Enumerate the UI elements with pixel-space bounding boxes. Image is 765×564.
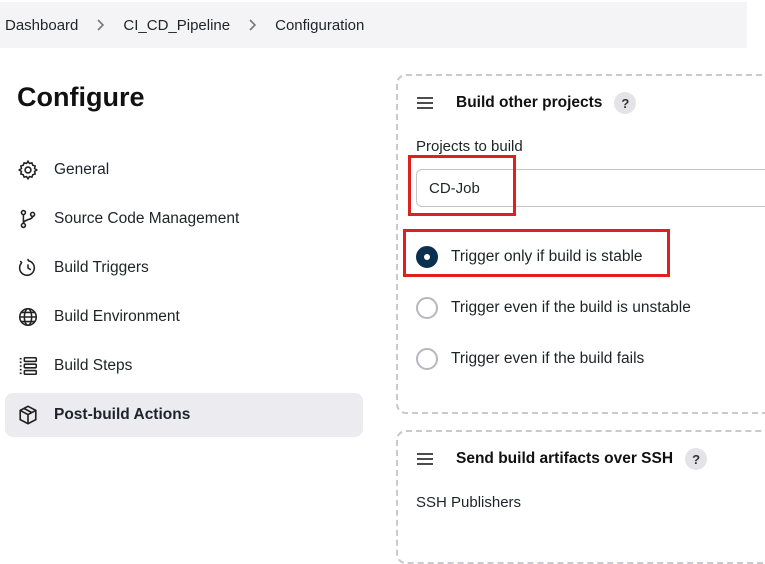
branch-icon	[17, 208, 39, 230]
radio-button[interactable]	[416, 297, 438, 319]
sidebar-item-post-build-actions[interactable]: Post-build Actions	[5, 393, 363, 437]
radio-button[interactable]	[416, 348, 438, 370]
sidebar-item-label: Build Environment	[54, 308, 180, 325]
sidebar-item-build-triggers[interactable]: Build Triggers	[5, 246, 363, 290]
sidebar-item-build-environment[interactable]: Build Environment	[5, 295, 363, 339]
sidebar-item-label: Post-build Actions	[54, 406, 191, 423]
radio-option-unstable[interactable]: Trigger even if the build is unstable	[416, 297, 691, 319]
help-icon[interactable]: ?	[614, 92, 637, 114]
section-header: Send build artifacts over SSH ?	[416, 448, 708, 470]
package-icon	[17, 404, 39, 426]
radio-label: Trigger only if build is stable	[451, 248, 643, 265]
chevron-right-icon	[248, 19, 257, 31]
gear-icon	[17, 159, 39, 181]
sidebar-item-label: Build Steps	[54, 357, 133, 374]
sidebar-item-general[interactable]: General	[5, 148, 363, 192]
section-title: Send build artifacts over SSH	[456, 450, 674, 467]
breadcrumb-dashboard[interactable]: Dashboard	[0, 17, 78, 34]
sidebar-item-label: Build Triggers	[54, 259, 149, 276]
sidebar-item-build-steps[interactable]: Build Steps	[5, 344, 363, 388]
section-title: Build other projects	[456, 94, 603, 111]
drag-handle-icon[interactable]	[416, 452, 434, 466]
ssh-publishers-label: SSH Publishers	[416, 494, 522, 511]
projects-to-build-label: Projects to build	[416, 138, 523, 155]
chevron-right-icon	[96, 19, 105, 31]
radio-option-stable[interactable]: Trigger only if build is stable	[416, 246, 643, 268]
build-other-projects-section: Build other projects ? Projects to build…	[396, 74, 765, 414]
sidebar-item-source-code-management[interactable]: Source Code Management	[5, 197, 363, 241]
page-title: Configure	[17, 82, 145, 112]
sidebar-item-label: Source Code Management	[54, 210, 240, 227]
projects-to-build-input[interactable]	[416, 169, 765, 207]
drag-handle-icon[interactable]	[416, 96, 434, 110]
radio-button-checked[interactable]	[416, 246, 438, 268]
breadcrumb: Dashboard CI_CD_Pipeline Configuration	[0, 2, 747, 48]
radio-label: Trigger even if the build is unstable	[451, 299, 691, 316]
radio-option-fails[interactable]: Trigger even if the build fails	[416, 348, 644, 370]
globe-icon	[17, 306, 39, 328]
list-icon	[17, 355, 39, 377]
breadcrumb-pipeline[interactable]: CI_CD_Pipeline	[123, 17, 230, 34]
clock-icon	[17, 257, 39, 279]
radio-label: Trigger even if the build fails	[451, 350, 645, 367]
ssh-artifacts-section: Send build artifacts over SSH ? SSH Publ…	[396, 430, 765, 564]
section-header: Build other projects ?	[416, 92, 637, 114]
breadcrumb-configuration[interactable]: Configuration	[275, 17, 364, 34]
sidebar: General Source Code Management Build Tri…	[5, 148, 363, 442]
help-icon[interactable]: ?	[685, 448, 708, 470]
sidebar-item-label: General	[54, 161, 110, 178]
